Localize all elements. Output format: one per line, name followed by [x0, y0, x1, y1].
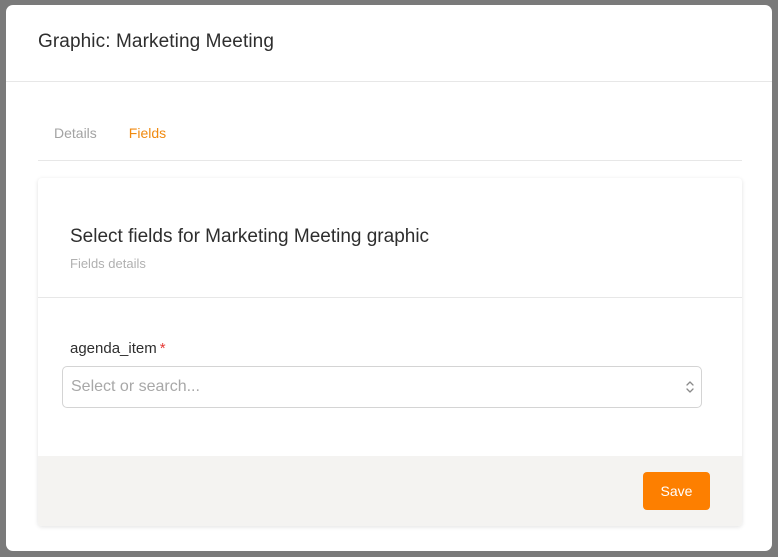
tab-bar: Details Fields: [38, 115, 742, 161]
modal-header: Graphic: Marketing Meeting: [6, 5, 772, 82]
card-header: Select fields for Marketing Meeting grap…: [38, 178, 742, 298]
required-mark: *: [159, 340, 166, 357]
card-title: Select fields for Marketing Meeting grap…: [70, 226, 430, 247]
fields-card: Select fields for Marketing Meeting grap…: [38, 178, 742, 526]
agenda-item-label: agenda_item *: [62, 340, 702, 357]
modal-title: Graphic: Marketing Meeting: [38, 30, 274, 52]
agenda-item-select[interactable]: [62, 366, 702, 408]
save-button[interactable]: Save: [643, 472, 710, 510]
chevron-up-down-icon: [685, 378, 695, 396]
graphic-modal: Graphic: Marketing Meeting Details Field…: [6, 5, 772, 551]
card-subtitle: Fields details: [70, 256, 146, 271]
card-body: agenda_item *: [38, 298, 742, 456]
agenda-item-search-input[interactable]: [71, 378, 651, 396]
tab-details[interactable]: Details: [38, 115, 113, 161]
agenda-item-label-text: agenda_item: [70, 340, 157, 357]
card-footer: Save: [38, 456, 742, 526]
tab-fields[interactable]: Fields: [113, 115, 182, 161]
